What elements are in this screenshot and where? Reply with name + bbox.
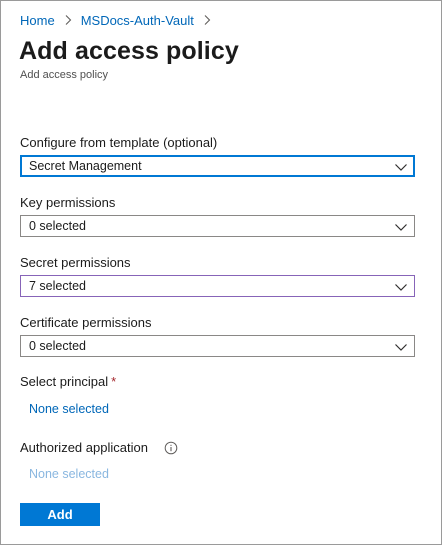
secret-permissions-value: 7 selected <box>29 279 86 293</box>
authorized-application-label: Authorized application <box>20 440 148 455</box>
template-dropdown[interactable]: Secret Management <box>20 155 415 177</box>
secret-permissions-label: Secret permissions <box>20 255 131 270</box>
certificate-permissions-dropdown[interactable]: 0 selected <box>20 335 415 357</box>
certificate-permissions-label: Certificate permissions <box>20 315 152 330</box>
page-subtitle: Add access policy <box>20 69 109 81</box>
key-permissions-label: Key permissions <box>20 195 116 210</box>
breadcrumb-vault[interactable]: MSDocs-Auth-Vault <box>81 13 194 28</box>
chevron-right-icon <box>60 12 76 28</box>
info-icon[interactable] <box>164 441 178 455</box>
breadcrumb-home[interactable]: Home <box>20 13 55 28</box>
principal-label-text: Select principal <box>20 374 109 389</box>
required-marker: * <box>111 374 117 389</box>
select-principal-link[interactable]: None selected <box>29 402 109 416</box>
chevron-down-icon <box>394 280 408 294</box>
chevron-down-icon <box>394 340 408 354</box>
key-permissions-dropdown[interactable]: 0 selected <box>20 215 415 237</box>
certificate-permissions-value: 0 selected <box>29 339 86 353</box>
template-value: Secret Management <box>29 159 142 173</box>
principal-label: Select principal * <box>20 374 116 389</box>
key-permissions-value: 0 selected <box>29 219 86 233</box>
add-button[interactable]: Add <box>20 503 100 526</box>
chevron-down-icon <box>394 160 408 174</box>
add-access-policy-panel: Home MSDocs-Auth-Vault Add access policy… <box>0 0 442 545</box>
template-label: Configure from template (optional) <box>20 135 218 150</box>
breadcrumb: Home MSDocs-Auth-Vault <box>20 12 220 28</box>
authorized-application-link: None selected <box>29 467 109 481</box>
page-title: Add access policy <box>19 37 239 65</box>
secret-permissions-dropdown[interactable]: 7 selected <box>20 275 415 297</box>
chevron-right-icon <box>199 12 215 28</box>
chevron-down-icon <box>394 220 408 234</box>
